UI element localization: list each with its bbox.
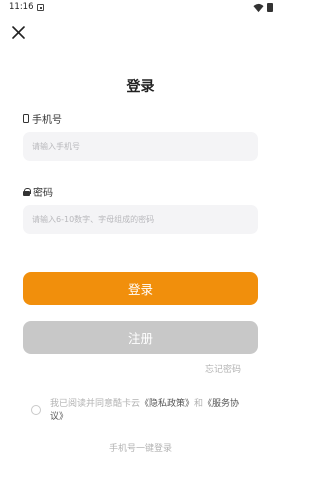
password-label-text: 密码: [33, 188, 53, 199]
agreement-connector: 和: [194, 399, 204, 409]
phone-label: 手机号: [23, 111, 62, 126]
page-title: 登录: [126, 79, 155, 95]
agreement-checkbox[interactable]: [31, 405, 41, 415]
agreement-text: 我已阅读并同意酷卡云《隐私政策》和《服务协议》: [50, 398, 250, 424]
status-bar: 11:16: [0, 0, 281, 16]
lock-icon: [23, 187, 31, 196]
notification-icon: [37, 4, 44, 11]
forgot-password-link[interactable]: 忘记密码: [205, 362, 241, 375]
close-icon[interactable]: [10, 24, 28, 42]
quick-login-link[interactable]: 手机号一键登录: [0, 441, 281, 454]
password-input[interactable]: [23, 205, 258, 234]
agreement-prefix: 我已阅读并同意酷卡云: [50, 399, 141, 409]
privacy-policy-link[interactable]: 《隐私政策》: [140, 399, 194, 409]
battery-icon: [267, 3, 273, 12]
phone-input[interactable]: [23, 132, 258, 161]
login-button[interactable]: 登录: [23, 272, 258, 305]
register-button[interactable]: 注册: [23, 321, 258, 354]
phone-icon: [23, 114, 29, 123]
wifi-icon: [253, 3, 264, 13]
password-label: 密码: [23, 184, 53, 199]
phone-label-text: 手机号: [32, 115, 62, 126]
status-time: 11:16: [9, 2, 34, 12]
